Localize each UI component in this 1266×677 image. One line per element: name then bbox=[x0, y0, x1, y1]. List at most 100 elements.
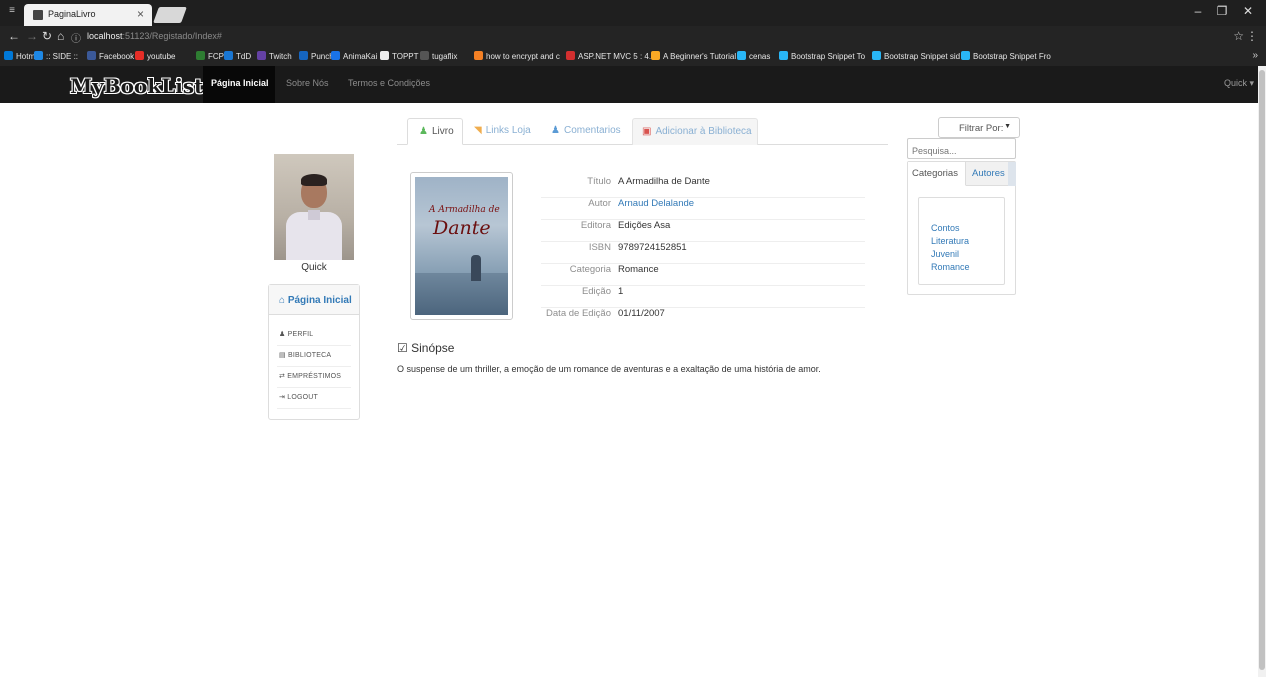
restore-icon[interactable]: ❐ bbox=[1212, 4, 1232, 18]
user-dropdown[interactable]: Quick ▾ bbox=[1224, 78, 1254, 89]
bookmark-favicon-icon bbox=[196, 51, 205, 60]
bookmark-favicon-icon bbox=[257, 51, 266, 60]
bookmark-item[interactable]: A Beginner's Tutorial bbox=[651, 51, 736, 61]
tab-authors-label: Autores bbox=[972, 168, 1005, 179]
minimize-icon[interactable]: – bbox=[1188, 4, 1208, 18]
tab-add-to-library[interactable]: ▣ Adicionar à Biblioteca bbox=[632, 118, 758, 145]
bookmark-star-icon[interactable]: ☆ bbox=[1233, 29, 1244, 43]
side-menu-home[interactable]: ⌂ Página Inicial bbox=[279, 295, 352, 306]
side-menu-item-profile[interactable]: ♟ PERFIL bbox=[279, 330, 313, 338]
bookmarks-bar: » Hotmail:: SIDE :: Facebook youtube FCP TdD… bbox=[0, 48, 1266, 66]
bookmark-label: Facebook bbox=[99, 52, 135, 61]
bookmark-item[interactable]: Bootstrap Snippet Fro bbox=[961, 51, 1051, 61]
bookmark-favicon-icon bbox=[4, 51, 13, 60]
bookmark-item[interactable]: ASP.NET MVC 5 : 4.6 bbox=[566, 51, 656, 61]
tab-comments-label: Comentarios bbox=[563, 125, 621, 136]
bookmark-item[interactable]: tugaflix bbox=[420, 51, 457, 61]
site-info-icon[interactable]: ⓘ bbox=[71, 30, 81, 45]
book-icon: ▤ bbox=[279, 352, 286, 359]
detail-row: Categoria Romance bbox=[541, 264, 865, 286]
bookmark-item[interactable]: :: SIDE :: bbox=[34, 51, 78, 61]
detail-value: 01/11/2007 bbox=[618, 308, 665, 319]
bookmark-item[interactable]: cenas bbox=[737, 51, 770, 61]
tab-add-to-library-label: Adicionar à Biblioteca bbox=[655, 126, 752, 137]
user-dropdown-label: Quick bbox=[1223, 78, 1247, 88]
synopsis-title: Sinópse bbox=[411, 341, 455, 355]
side-menu-item-logout[interactable]: ⇥ LOGOUT bbox=[279, 393, 318, 401]
bookmark-item[interactable]: youtube bbox=[135, 51, 175, 61]
tab-book[interactable]: ♟ Livro bbox=[407, 118, 463, 145]
author-link[interactable]: Arnaud Delalande bbox=[618, 198, 694, 210]
bookmark-favicon-icon bbox=[299, 51, 308, 60]
detail-label: Título bbox=[587, 176, 611, 187]
tab-comments[interactable]: ♟ Comentarios bbox=[542, 118, 628, 145]
close-window-icon[interactable]: ✕ bbox=[1238, 4, 1258, 18]
bookmark-item[interactable]: how to encrypt and c bbox=[474, 51, 560, 61]
bookmark-label: A Beginner's Tutorial bbox=[663, 52, 737, 61]
users-icon: ♟ bbox=[551, 125, 560, 136]
bookmark-item[interactable]: Bootstrap Snippet sid bbox=[872, 51, 960, 61]
reload-icon[interactable]: ↻ bbox=[42, 29, 52, 43]
browser-menu-icon[interactable]: ⋮ bbox=[1246, 29, 1258, 43]
more-bookmarks-icon[interactable]: » bbox=[1252, 50, 1258, 61]
tab-store-links[interactable]: ◥ Links Loja bbox=[466, 118, 536, 145]
home-icon[interactable]: ⌂ bbox=[57, 29, 64, 43]
search-input[interactable] bbox=[907, 138, 1016, 159]
nav-link-home[interactable]: Página Inicial bbox=[211, 78, 269, 88]
bookmark-label: youtube bbox=[147, 52, 176, 61]
detail-value: A Armadilha de Dante bbox=[618, 176, 710, 187]
bookmark-item[interactable]: Punch bbox=[299, 51, 334, 61]
side-menu-item-library[interactable]: ▤ BIBLIOTECA bbox=[279, 351, 331, 359]
bookmark-item[interactable]: TOPPT bbox=[380, 51, 419, 61]
bookmark-item[interactable]: Twitch bbox=[257, 51, 292, 61]
category-link[interactable]: Contos bbox=[931, 223, 960, 233]
side-menu-item-label: PERFIL bbox=[287, 331, 314, 338]
user-icon: ♟ bbox=[279, 331, 286, 338]
bookmark-item[interactable]: AnimaKai bbox=[331, 51, 377, 61]
category-link[interactable]: Literatura bbox=[931, 236, 969, 246]
category-link[interactable]: Romance bbox=[931, 262, 970, 272]
address-bar: ← → ↻ ⌂ ⓘ localhost:51123/Registado/Inde… bbox=[0, 26, 1266, 48]
bookmark-item[interactable]: FCP bbox=[196, 51, 224, 61]
nav-link-terms[interactable]: Termos e Condições bbox=[348, 78, 430, 88]
url-path: :51123/Registado/Index# bbox=[122, 31, 222, 41]
scrollbar-thumb[interactable] bbox=[1259, 70, 1265, 670]
url-host: localhost bbox=[87, 31, 123, 41]
bookmark-item[interactable]: Bootstrap Snippet To bbox=[779, 51, 865, 61]
detail-row: Edição 1 bbox=[541, 286, 865, 308]
nav-link-about[interactable]: Sobre Nós bbox=[286, 78, 329, 88]
rss-icon: ◥ bbox=[474, 125, 482, 136]
bookmark-label: Twitch bbox=[269, 52, 292, 61]
home-icon: ⌂ bbox=[279, 295, 286, 306]
user-icon: ♟ bbox=[419, 126, 428, 137]
detail-row: ISBN 9789724152851 bbox=[541, 242, 865, 264]
detail-row: Autor Arnaud Delalande bbox=[541, 198, 865, 220]
window-menu-icon[interactable]: ≡ bbox=[6, 5, 18, 16]
back-icon[interactable]: ← bbox=[8, 29, 20, 43]
browser-tab[interactable]: PaginaLivro × bbox=[24, 4, 152, 26]
profile-name: Quick bbox=[301, 262, 327, 273]
bookmark-favicon-icon bbox=[961, 51, 970, 60]
bookmark-favicon-icon bbox=[380, 51, 389, 60]
new-tab-button[interactable] bbox=[153, 7, 187, 23]
bookmark-label: cenas bbox=[749, 52, 771, 61]
close-tab-icon[interactable]: × bbox=[137, 7, 144, 21]
category-link[interactable]: Juvenil bbox=[931, 249, 959, 259]
bookmark-item[interactable]: Facebook bbox=[87, 51, 134, 61]
forward-icon[interactable]: → bbox=[26, 29, 38, 43]
side-menu-item-loans[interactable]: ⇄ EMPRÉSTIMOS bbox=[279, 372, 341, 380]
bookmark-favicon-icon bbox=[87, 51, 96, 60]
side-menu-item-label: BIBLIOTECA bbox=[287, 352, 332, 359]
url-field[interactable]: localhost:51123/Registado/Index# bbox=[87, 31, 222, 41]
brand-logo[interactable]: MyBookList bbox=[70, 74, 203, 98]
site-navbar: MyBookList Página Inicial Sobre Nós Term… bbox=[0, 66, 1258, 103]
bookmark-label: Bootstrap Snippet To bbox=[791, 52, 866, 61]
filter-tab-scroll bbox=[1008, 162, 1016, 186]
detail-row: Data de Edição 01/11/2007 bbox=[541, 308, 865, 338]
bookmark-item[interactable]: TdD bbox=[224, 51, 251, 61]
caret-down-icon: ▾ bbox=[1249, 78, 1254, 88]
filter-dropdown[interactable]: Filtrar Por: ▼ bbox=[938, 117, 1020, 138]
bookmark-label: Bootstrap Snippet sid bbox=[884, 52, 961, 61]
page-scrollbar[interactable] bbox=[1258, 66, 1266, 677]
tab-categories[interactable]: Categorias bbox=[908, 162, 966, 186]
